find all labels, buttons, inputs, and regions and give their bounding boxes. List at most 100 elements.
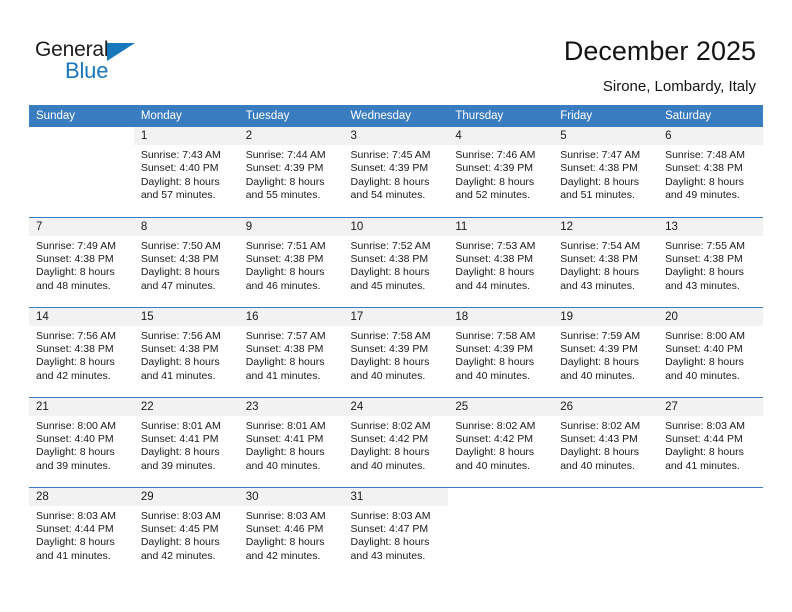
day-cell-inner: 2 Sunrise: 7:44 AM Sunset: 4:39 PM Daylight… — [238, 127, 344, 216]
calendar-day-cell[interactable]: 19 Sunrise: 7:59 AM Sunset: 4:39 PM Dayligh… — [553, 306, 659, 397]
calendar-day-cell[interactable]: 29 Sunrise: 8:03 AM Sunset: 4:45 PM Dayligh… — [133, 486, 239, 577]
day-cell-inner — [29, 127, 134, 216]
daylight-text-line2: and 40 minutes. — [245, 459, 321, 472]
day-info: Sunrise: 8:03 AM Sunset: 4:46 PM Daylight:… — [239, 506, 344, 564]
day-cell-inner: 15 Sunrise: 7:56 AM Sunset: 4:38 PM Dayligh… — [133, 307, 239, 397]
sunset-text: Sunset: 4:39 PM — [350, 162, 429, 175]
sunset-text: Sunset: 4:41 PM — [245, 432, 324, 445]
sunset-text: Sunset: 4:40 PM — [140, 162, 219, 175]
sunset-text: Sunset: 4:43 PM — [560, 432, 638, 445]
day-info: Sunrise: 8:02 AM Sunset: 4:43 PM Daylight:… — [553, 416, 658, 474]
daylight-text-line2: and 46 minutes. — [245, 279, 321, 292]
sunset-text: Sunset: 4:40 PM — [665, 342, 743, 355]
day-number: 26 — [553, 397, 659, 416]
day-cell-inner: 28 Sunrise: 8:03 AM Sunset: 4:44 PM Dayligh… — [29, 487, 134, 577]
calendar-day-cell[interactable]: 22 Sunrise: 8:01 AM Sunset: 4:41 PM Dayligh… — [133, 396, 239, 487]
sunset-text: Sunset: 4:45 PM — [140, 522, 219, 535]
day-cell-inner: 14 Sunrise: 7:56 AM Sunset: 4:38 PM Dayligh… — [29, 307, 134, 397]
sunrise-text: Sunrise: 8:02 AM — [350, 419, 431, 432]
calendar-day-cell[interactable]: 6 Sunrise: 7:48 AM Sunset: 4:38 PM Daylight… — [658, 127, 763, 217]
daylight-text-line2: and 43 minutes. — [560, 279, 635, 292]
sunrise-text: Sunrise: 7:48 AM — [665, 149, 746, 161]
calendar-day-cell[interactable]: 21 Sunrise: 8:00 AM Sunset: 4:40 PM Dayligh… — [29, 396, 134, 487]
sunrise-text: Sunrise: 7:58 AM — [350, 329, 431, 342]
sunrise-text: Sunrise: 7:44 AM — [245, 149, 326, 161]
daylight-text-line1: Daylight: 8 hours — [455, 266, 535, 279]
day-info: Sunrise: 7:48 AM Sunset: 4:38 PM Daylight:… — [658, 145, 763, 203]
calendar-day-cell[interactable]: 27 Sunrise: 8:03 AM Sunset: 4:44 PM Dayligh… — [658, 396, 763, 487]
calendar-day-cell[interactable]: 10 Sunrise: 7:52 AM Sunset: 4:38 PM Dayligh… — [343, 216, 449, 307]
daylight-text-line2: and 54 minutes. — [350, 189, 426, 202]
day-number: 24 — [343, 397, 449, 416]
calendar-day-cell[interactable]: 28 Sunrise: 8:03 AM Sunset: 4:44 PM Dayligh… — [29, 486, 134, 577]
day-info: Sunrise: 8:03 AM Sunset: 4:44 PM Daylight:… — [29, 506, 134, 564]
day-cell-inner: 22 Sunrise: 8:01 AM Sunset: 4:41 PM Dayligh… — [133, 397, 239, 487]
sunrise-text: Sunrise: 8:01 AM — [140, 419, 221, 432]
calendar-day-cell[interactable]: 4 Sunrise: 7:46 AM Sunset: 4:39 PM Daylight… — [448, 127, 554, 217]
day-cell-inner: 30 Sunrise: 8:03 AM Sunset: 4:46 PM Dayligh… — [238, 487, 344, 577]
calendar-day-cell[interactable]: 12 Sunrise: 7:54 AM Sunset: 4:38 PM Dayligh… — [553, 216, 659, 307]
calendar-day-cell[interactable]: 16 Sunrise: 7:57 AM Sunset: 4:38 PM Dayligh… — [238, 306, 344, 397]
day-info: Sunrise: 7:56 AM Sunset: 4:38 PM Daylight:… — [134, 326, 239, 384]
day-info: Sunrise: 7:51 AM Sunset: 4:38 PM Daylight:… — [239, 236, 344, 294]
calendar-day-cell[interactable]: 25 Sunrise: 8:02 AM Sunset: 4:42 PM Dayligh… — [448, 396, 554, 487]
calendar-day-cell[interactable]: 24 Sunrise: 8:02 AM Sunset: 4:42 PM Dayligh… — [343, 396, 449, 487]
calendar-day-cell[interactable]: 2 Sunrise: 7:44 AM Sunset: 4:39 PM Daylight… — [238, 127, 344, 217]
calendar-day-cell[interactable]: 9 Sunrise: 7:51 AM Sunset: 4:38 PM Daylight… — [238, 216, 344, 307]
day-number: 15 — [133, 307, 239, 326]
day-number: 17 — [343, 307, 449, 326]
sunset-text: Sunset: 4:44 PM — [665, 432, 743, 445]
calendar-day-cell[interactable]: 13 Sunrise: 7:55 AM Sunset: 4:38 PM Dayligh… — [658, 216, 763, 307]
calendar-day-cell[interactable]: 8 Sunrise: 7:50 AM Sunset: 4:38 PM Daylight… — [133, 216, 239, 307]
day-number: 11 — [448, 217, 554, 236]
page-subtitle: Sirone, Lombardy, Italy — [602, 78, 756, 95]
day-info: Sunrise: 7:45 AM Sunset: 4:39 PM Daylight:… — [344, 145, 449, 203]
calendar-day-cell[interactable]: 26 Sunrise: 8:02 AM Sunset: 4:43 PM Dayligh… — [553, 396, 659, 487]
sunrise-text: Sunrise: 7:59 AM — [560, 329, 641, 342]
weekday-header-monday: Monday — [133, 105, 239, 127]
daylight-text-line2: and 41 minutes. — [665, 459, 740, 472]
day-info: Sunrise: 7:58 AM Sunset: 4:39 PM Daylight:… — [448, 326, 553, 384]
day-number — [553, 487, 659, 506]
day-cell-inner: 1 Sunrise: 7:43 AM Sunset: 4:40 PM Daylight… — [133, 127, 239, 216]
calendar-day-cell[interactable]: 31 Sunrise: 8:03 AM Sunset: 4:47 PM Dayligh… — [343, 486, 449, 577]
day-cell-inner — [448, 487, 554, 577]
calendar-day-cell[interactable]: 1 Sunrise: 7:43 AM Sunset: 4:40 PM Daylight… — [133, 127, 239, 217]
daylight-text-line2: and 40 minutes. — [560, 459, 635, 472]
calendar-day-cell[interactable]: 23 Sunrise: 8:01 AM Sunset: 4:41 PM Dayligh… — [238, 396, 344, 487]
sunrise-text: Sunrise: 7:50 AM — [140, 239, 221, 252]
brand-logo[interactable]: General Blue — [35, 38, 155, 84]
calendar-day-cell[interactable]: 7 Sunrise: 7:49 AM Sunset: 4:38 PM Daylight… — [29, 216, 134, 307]
day-info: Sunrise: 7:55 AM Sunset: 4:38 PM Daylight:… — [658, 236, 763, 294]
day-number: 21 — [29, 397, 134, 416]
day-info: Sunrise: 7:47 AM Sunset: 4:38 PM Daylight:… — [553, 145, 658, 203]
day-cell-inner: 21 Sunrise: 8:00 AM Sunset: 4:40 PM Dayligh… — [29, 397, 134, 487]
calendar-day-cell[interactable]: 30 Sunrise: 8:03 AM Sunset: 4:46 PM Dayligh… — [238, 486, 344, 577]
sunset-text: Sunset: 4:38 PM — [665, 252, 743, 265]
daylight-text-line2: and 52 minutes. — [455, 189, 531, 202]
calendar-day-cell[interactable]: 11 Sunrise: 7:53 AM Sunset: 4:38 PM Dayligh… — [448, 216, 554, 307]
calendar-day-cell[interactable]: 14 Sunrise: 7:56 AM Sunset: 4:38 PM Dayligh… — [29, 306, 134, 397]
calendar-day-cell[interactable]: 5 Sunrise: 7:47 AM Sunset: 4:38 PM Daylight… — [553, 127, 659, 217]
sunrise-text: Sunrise: 8:03 AM — [36, 509, 116, 522]
calendar-day-cell[interactable]: 20 Sunrise: 8:00 AM Sunset: 4:40 PM Dayligh… — [658, 306, 763, 397]
sunrise-text: Sunrise: 8:00 AM — [36, 419, 116, 432]
sunset-text: Sunset: 4:46 PM — [245, 522, 324, 535]
calendar-day-cell[interactable]: 15 Sunrise: 7:56 AM Sunset: 4:38 PM Dayligh… — [133, 306, 239, 397]
daylight-text-line2: and 43 minutes. — [350, 549, 426, 562]
calendar-day-cell[interactable]: 17 Sunrise: 7:58 AM Sunset: 4:39 PM Dayligh… — [343, 306, 449, 397]
daylight-text-line2: and 42 minutes. — [245, 549, 321, 562]
calendar-day-cell[interactable]: 18 Sunrise: 7:58 AM Sunset: 4:39 PM Dayligh… — [448, 306, 554, 397]
calendar-empty-cell — [29, 127, 134, 217]
calendar-day-cell[interactable]: 3 Sunrise: 7:45 AM Sunset: 4:39 PM Daylight… — [343, 127, 449, 217]
day-number: 25 — [448, 397, 554, 416]
day-info: Sunrise: 7:57 AM Sunset: 4:38 PM Daylight:… — [239, 326, 344, 384]
daylight-text-line2: and 40 minutes. — [350, 369, 426, 382]
daylight-text-line2: and 39 minutes. — [36, 459, 111, 472]
calendar-week-row: 7 Sunrise: 7:49 AM Sunset: 4:38 PM Daylight… — [29, 216, 763, 307]
day-info: Sunrise: 8:01 AM Sunset: 4:41 PM Daylight:… — [134, 416, 239, 474]
sunrise-text: Sunrise: 7:56 AM — [140, 329, 221, 342]
day-cell-inner: 7 Sunrise: 7:49 AM Sunset: 4:38 PM Daylight… — [29, 217, 134, 307]
day-number: 9 — [238, 217, 344, 236]
daylight-text-line1: Daylight: 8 hours — [36, 446, 115, 459]
